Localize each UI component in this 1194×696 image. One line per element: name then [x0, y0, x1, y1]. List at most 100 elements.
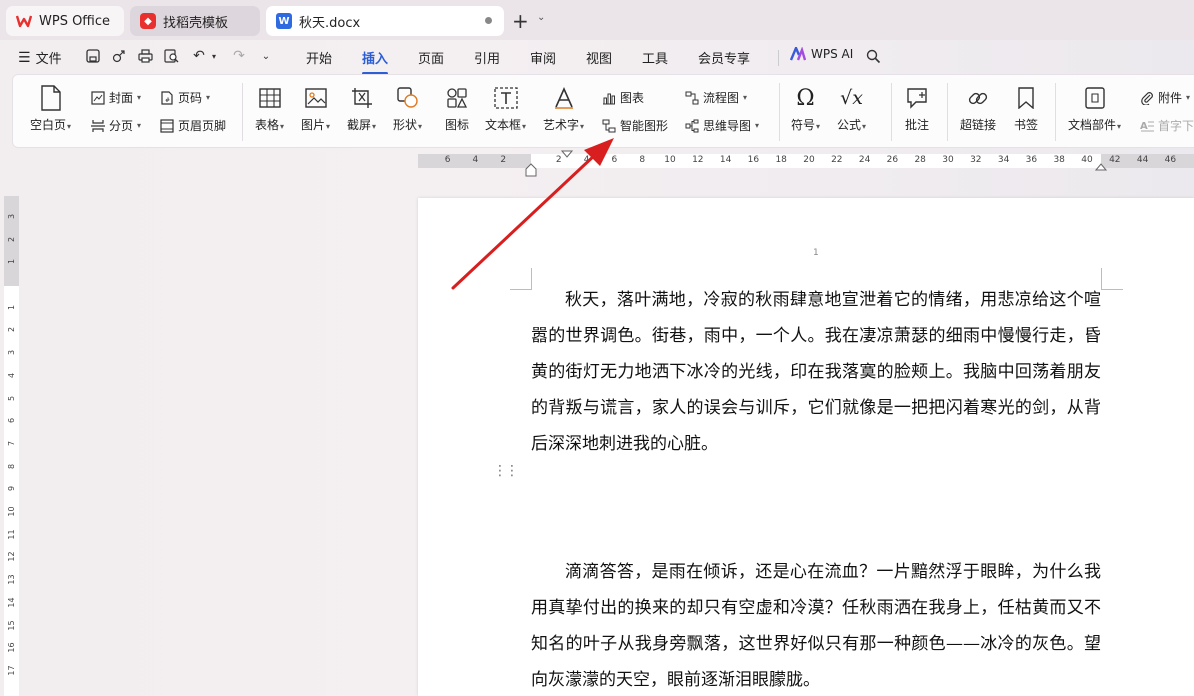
divider — [778, 50, 779, 66]
wps-ai-logo-icon — [789, 44, 807, 61]
bookmark-button[interactable]: 书签 — [1013, 85, 1039, 133]
ruler-tick-label: 12 — [692, 155, 704, 165]
document-page[interactable]: 1 秋天，落叶满地，冷寂的秋雨肆意地宣泄着它的情绪，用悲凉给这个喧嚣的世界调色。… — [418, 198, 1194, 696]
tab-template[interactable]: ◆ 找稻壳模板 — [130, 6, 260, 36]
hyperlink-button[interactable]: 超链接 — [960, 85, 996, 133]
ruler-tick-label: 46 — [1164, 155, 1177, 165]
ruler-tick-label: 6 — [444, 155, 451, 165]
formula-label: 公式 — [837, 118, 862, 132]
ruler-tick-label: 2 — [7, 236, 16, 242]
first-line-indent-marker-icon[interactable] — [561, 150, 573, 158]
symbol-label: 符号 — [791, 118, 816, 132]
svg-text:#: # — [165, 97, 170, 104]
ruler-tick-label: 2 — [500, 155, 507, 165]
redo-icon[interactable]: ↷ — [230, 47, 248, 65]
ruler-tick-label: 18 — [775, 155, 787, 165]
ruler-tick-label: 4 — [472, 155, 479, 165]
screenshot-button[interactable]: 截屏▾ — [347, 85, 376, 133]
textbox-button[interactable]: 文本框▾ — [485, 85, 526, 133]
cover-icon — [90, 90, 106, 106]
cover-button[interactable]: 封面 ▾ — [90, 89, 141, 106]
chart-button[interactable]: 图表 — [601, 89, 644, 106]
wordart-button[interactable]: 艺术字▾ — [543, 85, 584, 133]
wordart-icon — [551, 85, 577, 111]
export-icon[interactable] — [110, 47, 128, 65]
blank-page-button[interactable]: 空白页▾ — [30, 85, 71, 133]
tab-review[interactable]: 审阅 — [530, 48, 556, 67]
ruler-tick-label: 4 — [7, 372, 16, 378]
page-number-button[interactable]: # 页码 ▾ — [159, 89, 210, 106]
vertical-ruler[interactable]: 3 2 1 1 2 3 4 5 6 7 8 9 10 11 12 13 14 15 16 17 — [4, 196, 19, 696]
ruler-tick-label: 34 — [997, 155, 1010, 165]
symbol-button[interactable]: Ω 符号▾ — [791, 85, 820, 133]
comment-icon — [904, 85, 930, 111]
chart-icon — [601, 90, 617, 106]
chevron-down-icon[interactable]: ⌄ — [257, 47, 275, 65]
tab-label: 找稻壳模板 — [163, 15, 229, 31]
file-menu[interactable]: ☰ 文件 — [18, 48, 62, 68]
smart-graphic-button[interactable]: 智能图形 — [601, 117, 668, 134]
ruler-tick-label: 14 — [7, 597, 16, 608]
ruler-tick-label: 38 — [1053, 155, 1065, 165]
paragraph-2[interactable]: 滴滴答答，是雨在倾诉，还是心在流血？一片黯然浮于眼眸，为什么我用真挚付出的换来的… — [531, 554, 1101, 696]
shape-button[interactable]: 形状▾ — [393, 85, 422, 133]
page-break-button[interactable]: 分页 ▾ — [90, 117, 141, 134]
paragraph-1[interactable]: 秋天，落叶满地，冷寂的秋雨肆意地宣泄着它的情绪，用悲凉给这个喧嚣的世界调色。街巷… — [531, 282, 1101, 462]
comment-button[interactable]: 批注 — [904, 85, 930, 133]
left-indent-marker-icon[interactable] — [525, 163, 537, 177]
wps-ai-button[interactable]: WPS AI — [789, 44, 853, 61]
ruler-tick-label: 28 — [914, 155, 926, 165]
screenshot-label: 截屏 — [347, 118, 372, 132]
ruler-tick-label: 3 — [7, 350, 16, 356]
chevron-down-icon[interactable]: ⌄ — [537, 12, 545, 23]
attachment-label: 附件 — [1158, 91, 1183, 105]
tab-home[interactable]: 开始 — [306, 48, 332, 67]
chevron-down-icon[interactable]: ▾ — [205, 47, 223, 65]
right-indent-marker-icon[interactable] — [1095, 163, 1107, 171]
tab-references[interactable]: 引用 — [474, 48, 500, 67]
tab-wps-office[interactable]: WPS Office — [6, 6, 124, 36]
ruler-tick-label: 24 — [858, 155, 871, 165]
wps-logo-icon — [16, 13, 32, 29]
doc-parts-icon — [1082, 85, 1108, 111]
chart-label: 图表 — [620, 91, 645, 105]
new-tab-plus-icon[interactable]: + — [512, 9, 529, 33]
unsaved-dot-icon[interactable] — [485, 17, 492, 24]
flowchart-icon — [684, 90, 700, 106]
attachment-button[interactable]: 附件 ▾ — [1139, 89, 1190, 106]
mindmap-label: 思维导图 — [703, 119, 752, 133]
ruler-tick-label: 20 — [803, 155, 815, 165]
mindmap-button[interactable]: 思维导图 ▾ — [684, 117, 759, 134]
blank-page-icon — [38, 85, 64, 111]
icon-button[interactable]: 图标 — [444, 85, 470, 133]
horizontal-ruler[interactable]: 6 4 2 2 4 6 8 10 12 14 16 18 20 22 24 26 28 30 32 34 36 38 40 4… — [418, 150, 1194, 177]
tab-page[interactable]: 页面 — [418, 48, 444, 67]
ruler-tick-label: 17 — [7, 665, 16, 676]
ruler-tick-label: 8 — [7, 463, 16, 469]
smart-graphic-label: 智能图形 — [620, 119, 669, 133]
picture-button[interactable]: 图片▾ — [301, 85, 330, 133]
omega-icon: Ω — [796, 85, 815, 111]
print-icon[interactable] — [136, 47, 154, 65]
header-footer-button[interactable]: 页眉页脚 — [159, 117, 226, 134]
tab-insert[interactable]: 插入 — [362, 48, 389, 75]
table-button[interactable]: 表格▾ — [255, 85, 284, 133]
formula-button[interactable]: √x 公式▾ — [837, 85, 866, 133]
hyperlink-label: 超链接 — [960, 118, 997, 132]
save-icon[interactable] — [84, 47, 102, 65]
tab-member[interactable]: 会员专享 — [698, 48, 750, 67]
drop-cap-icon: A — [1139, 118, 1155, 134]
tab-view[interactable]: 视图 — [586, 48, 612, 67]
doc-parts-button[interactable]: 文档部件▾ — [1068, 85, 1121, 133]
blank-page-label: 空白页 — [30, 118, 67, 132]
tab-document[interactable]: W 秋天.docx — [266, 6, 504, 36]
ruler-tick-label: 30 — [942, 155, 954, 165]
flowchart-button[interactable]: 流程图 ▾ — [684, 89, 747, 106]
print-preview-icon[interactable] — [162, 47, 180, 65]
comment-label: 批注 — [904, 118, 929, 132]
tab-tools[interactable]: 工具 — [642, 48, 668, 67]
search-icon[interactable] — [864, 47, 882, 65]
drop-cap-button[interactable]: A 首字下 — [1139, 117, 1194, 134]
ruler-tick-label: 12 — [7, 551, 16, 562]
drag-handle-icon[interactable]: ⋮⋮ — [493, 464, 519, 478]
